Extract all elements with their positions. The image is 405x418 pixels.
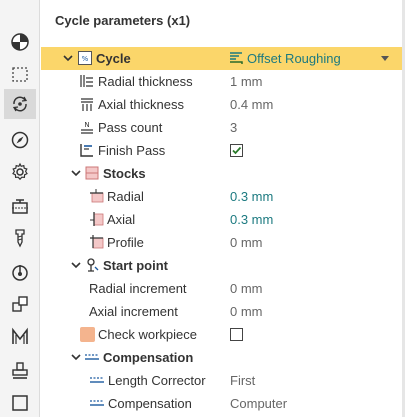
- stock-profile-value[interactable]: 0 mm: [230, 235, 263, 250]
- finish-pass-label: Finish Pass: [98, 143, 166, 158]
- axial-increment-label: Axial increment: [89, 304, 178, 319]
- svg-text:%: %: [82, 55, 89, 63]
- chevron-down-icon[interactable]: [70, 167, 82, 179]
- panel-title: Cycle parameters (x1): [55, 13, 191, 28]
- start-point-icon: [87, 258, 99, 272]
- stocks-icon: [85, 166, 99, 180]
- check-workpiece-label: Check workpiece: [98, 327, 197, 342]
- checkmark-icon: [232, 146, 242, 155]
- compensation-mode-label: Compensation: [108, 396, 192, 411]
- finish-pass-icon: [80, 144, 93, 157]
- stocks-group-row[interactable]: Stocks: [41, 162, 403, 185]
- axial-increment-row: Axial increment 0 mm: [41, 300, 403, 323]
- radial-thickness-icon: [80, 75, 93, 87]
- drill-icon[interactable]: [4, 223, 36, 253]
- square-icon[interactable]: [4, 388, 36, 418]
- compensation-group-row[interactable]: Compensation: [41, 346, 403, 369]
- radial-thickness-label: Radial thickness: [98, 74, 193, 89]
- check-workpiece-row: Check workpiece: [41, 323, 403, 346]
- compensation-mode-value[interactable]: Computer: [230, 396, 287, 411]
- finish-pass-checkbox[interactable]: [230, 144, 243, 157]
- compensation-mode-row: Compensation Computer: [41, 392, 403, 415]
- axial-thickness-icon: [81, 98, 93, 111]
- cycle-type-icon: %: [78, 51, 92, 65]
- svg-text:N: N: [84, 121, 89, 129]
- rotate-arrows-icon[interactable]: [4, 89, 36, 119]
- tool-strip: [0, 0, 40, 417]
- axial-increment-value[interactable]: 0 mm: [230, 304, 263, 319]
- dashed-box-icon[interactable]: [4, 59, 36, 89]
- stock-axial-value[interactable]: 0.3 mm: [230, 212, 273, 227]
- stock-radial-value[interactable]: 0.3 mm: [230, 189, 273, 204]
- chevron-down-icon[interactable]: [62, 52, 74, 64]
- radial-thickness-row: Radial thickness 1 mm: [41, 70, 403, 93]
- offset-roughing-icon: [230, 52, 243, 64]
- radial-increment-label: Radial increment: [89, 281, 187, 296]
- start-point-group-row[interactable]: Start point: [41, 254, 403, 277]
- axial-stock-icon: [90, 212, 104, 226]
- start-point-label: Start point: [103, 258, 168, 273]
- length-corrector-value[interactable]: First: [230, 373, 255, 388]
- chevron-down-icon[interactable]: [70, 259, 82, 271]
- chevron-down-icon[interactable]: [70, 351, 82, 363]
- pass-count-label: Pass count: [98, 120, 163, 135]
- stacked-squares-icon[interactable]: [4, 289, 36, 319]
- radial-stock-icon: [90, 189, 104, 203]
- cycle-row[interactable]: % Cycle Offset Roughing: [41, 47, 403, 70]
- compensation-icon: [85, 354, 99, 360]
- stamp-icon[interactable]: [4, 356, 36, 386]
- stock-radial-row: Radial 0.3 mm: [41, 185, 403, 208]
- stock-profile-row: Profile 0 mm: [41, 231, 403, 254]
- check-workpiece-checkbox[interactable]: [230, 328, 243, 341]
- pass-count-row: N Pass count 3: [41, 116, 403, 139]
- finish-pass-row: Finish Pass: [41, 139, 403, 162]
- compensation-label: Compensation: [103, 350, 194, 365]
- cycle-label: Cycle: [96, 51, 131, 66]
- m-letter-icon[interactable]: [4, 322, 36, 352]
- axial-thickness-label: Axial thickness: [98, 97, 184, 112]
- pass-count-icon: N: [81, 121, 93, 134]
- cycle-type-value: Offset Roughing: [247, 51, 341, 66]
- compass-icon[interactable]: [4, 125, 36, 155]
- length-corrector-icon: [90, 377, 104, 383]
- compensation-mode-icon: [90, 400, 104, 406]
- radial-increment-value[interactable]: 0 mm: [230, 281, 263, 296]
- radial-increment-row: Radial increment 0 mm: [41, 277, 403, 300]
- stock-radial-label: Radial: [107, 189, 144, 204]
- stock-axial-label: Axial: [107, 212, 136, 227]
- cycle-parameters-panel: Cycle parameters (x1) % Cycle Offset Rou…: [41, 0, 403, 417]
- length-corrector-label: Length Corrector: [108, 373, 206, 388]
- stock-axial-row: Axial 0.3 mm: [41, 208, 403, 231]
- stock-profile-label: Profile: [107, 235, 144, 250]
- profile-stock-icon: [90, 235, 104, 249]
- workpiece-color-swatch: [80, 327, 95, 342]
- radial-thickness-value[interactable]: 1 mm: [230, 74, 263, 89]
- axial-thickness-value[interactable]: 0.4 mm: [230, 97, 273, 112]
- pass-count-value[interactable]: 3: [230, 120, 237, 135]
- length-corrector-row: Length Corrector First: [41, 369, 403, 392]
- clamp-icon[interactable]: [4, 191, 36, 221]
- cycle-type-dropdown[interactable]: Offset Roughing: [225, 47, 403, 70]
- target-icon[interactable]: [4, 257, 36, 287]
- stocks-label: Stocks: [103, 166, 146, 181]
- axial-thickness-row: Axial thickness 0.4 mm: [41, 93, 403, 116]
- dropdown-arrow-icon: [381, 56, 389, 61]
- half-circle-icon[interactable]: [4, 27, 36, 57]
- gear-icon[interactable]: [4, 157, 36, 187]
